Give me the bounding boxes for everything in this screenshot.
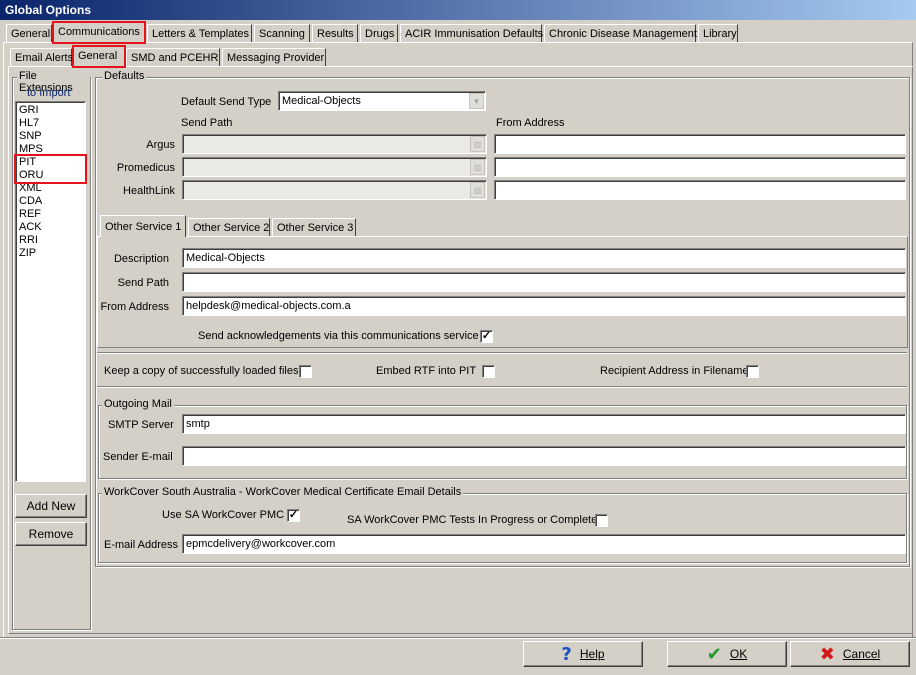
- subtab-messaging-provider[interactable]: Messaging Provider: [222, 48, 326, 67]
- use-pmc-label: Use SA WorkCover PMC: [162, 509, 285, 521]
- smtp-server-label: SMTP Server: [108, 419, 174, 431]
- from-address-label: From Address: [100, 301, 169, 313]
- list-item[interactable]: HL7: [19, 117, 82, 130]
- help-icon: ?: [561, 643, 572, 665]
- keep-copy-checkbox[interactable]: [299, 365, 312, 378]
- help-label: Help: [579, 647, 605, 661]
- list-item[interactable]: ACK: [19, 221, 82, 234]
- list-item[interactable]: RRI: [19, 234, 82, 247]
- to-import-label: to Import: [27, 87, 71, 99]
- tab-chronic-disease[interactable]: Chronic Disease Management: [544, 24, 697, 43]
- browse-icon[interactable]: ▥: [470, 159, 485, 175]
- browse-icon[interactable]: ▥: [470, 136, 485, 152]
- cancel-label: Cancel: [842, 647, 881, 661]
- send-path-label: Send Path: [117, 277, 169, 289]
- email-address-value: epmcdelivery@workcover.com: [186, 538, 336, 550]
- send-path-header: Send Path: [181, 117, 233, 129]
- divider: [97, 352, 907, 354]
- embed-rtf-label: Embed RTF into PIT: [376, 365, 477, 377]
- list-item[interactable]: SNP: [19, 130, 82, 143]
- window-title-bar: Global Options: [0, 0, 916, 20]
- list-item[interactable]: CDA: [19, 195, 82, 208]
- list-item[interactable]: GRI: [19, 104, 82, 117]
- pmc-tests-checkbox[interactable]: [595, 514, 608, 527]
- healthlink-send-path-input[interactable]: ▥: [182, 180, 487, 200]
- list-item[interactable]: REF: [19, 208, 82, 221]
- recipient-address-checkbox[interactable]: [746, 365, 759, 378]
- default-send-type-value: Medical-Objects: [282, 95, 361, 107]
- smtp-server-value: smtp: [186, 418, 210, 430]
- divider: [97, 386, 907, 388]
- tab-library[interactable]: Library: [698, 24, 738, 43]
- from-address-value: helpdesk@medical-objects.com.a: [186, 300, 351, 312]
- pit-oru-highlight: [14, 154, 87, 184]
- default-send-type-label: Default Send Type: [181, 96, 272, 108]
- recipient-address-label: Recipient Address in Filename: [600, 365, 749, 377]
- send-path-input[interactable]: [182, 272, 906, 292]
- sender-email-label: Sender E-mail: [103, 451, 173, 463]
- tab-other-service-3[interactable]: Other Service 3: [272, 218, 356, 237]
- tab-drugs[interactable]: Drugs: [360, 24, 398, 43]
- tab-general[interactable]: General: [6, 24, 52, 43]
- footer-divider: [0, 637, 916, 639]
- remove-button[interactable]: Remove: [15, 522, 87, 546]
- healthlink-from-address-input[interactable]: [494, 180, 906, 200]
- argus-send-path-input[interactable]: ▥: [182, 134, 487, 154]
- promedicus-send-path-input[interactable]: ▥: [182, 157, 487, 177]
- subtab-email-alerts[interactable]: Email Alerts: [10, 48, 73, 67]
- email-address-input[interactable]: epmcdelivery@workcover.com: [182, 534, 906, 554]
- send-ack-checkbox[interactable]: ✓: [480, 330, 493, 343]
- healthlink-label: HealthLink: [123, 185, 175, 197]
- sender-email-input[interactable]: [182, 446, 906, 466]
- add-new-button[interactable]: Add New: [15, 494, 87, 518]
- send-ack-label: Send acknowledgements via this communica…: [198, 330, 479, 342]
- default-send-type-select[interactable]: Medical-Objects ▼: [278, 91, 486, 111]
- embed-rtf-checkbox[interactable]: [482, 365, 495, 378]
- argus-from-address-input[interactable]: [494, 134, 906, 154]
- promedicus-label: Promedicus: [116, 162, 175, 174]
- list-item[interactable]: ZIP: [19, 247, 82, 260]
- tab-results[interactable]: Results: [312, 24, 358, 43]
- ok-label: OK: [729, 647, 748, 661]
- tab-acir-immunisation[interactable]: ACIR Immunisation Defaults: [400, 24, 543, 43]
- workcover-label: WorkCover South Australia - WorkCover Me…: [102, 486, 464, 498]
- description-input[interactable]: Medical-Objects: [182, 248, 906, 268]
- subtab-general[interactable]: General: [72, 45, 126, 68]
- help-button[interactable]: ? Help: [523, 641, 643, 667]
- argus-label: Argus: [146, 139, 175, 151]
- from-address-header: From Address: [496, 117, 565, 129]
- tab-communications[interactable]: Communications: [52, 21, 146, 44]
- tab-letters-templates[interactable]: Letters & Templates: [147, 24, 252, 43]
- promedicus-from-address-input[interactable]: [494, 157, 906, 177]
- tab-scanning[interactable]: Scanning: [254, 24, 310, 43]
- ok-button[interactable]: ✔ OK: [667, 641, 787, 667]
- email-address-label: E-mail Address: [104, 539, 178, 551]
- browse-icon[interactable]: ▥: [470, 182, 485, 198]
- description-value: Medical-Objects: [186, 252, 265, 264]
- smtp-server-input[interactable]: smtp: [182, 414, 906, 434]
- description-label: Description: [113, 253, 169, 265]
- checkmark-icon: ✔: [706, 643, 722, 665]
- subtab-smd-pcehr[interactable]: SMD and PCEHR: [126, 48, 220, 67]
- chevron-down-icon[interactable]: ▼: [469, 93, 484, 109]
- tab-other-service-2[interactable]: Other Service 2: [188, 218, 270, 237]
- keep-copy-label: Keep a copy of successfully loaded files: [104, 365, 299, 377]
- pmc-tests-label: SA WorkCover PMC Tests In Progress or Co…: [347, 514, 598, 526]
- outgoing-mail-label: Outgoing Mail: [102, 398, 174, 410]
- close-icon: ✖: [819, 643, 835, 665]
- tab-other-service-1[interactable]: Other Service 1: [100, 215, 186, 237]
- window-title: Global Options: [5, 3, 91, 17]
- use-pmc-checkbox[interactable]: ✓: [287, 509, 300, 522]
- cancel-button[interactable]: ✖ Cancel: [790, 641, 910, 667]
- defaults-label: Defaults: [102, 70, 147, 82]
- from-address-input[interactable]: helpdesk@medical-objects.com.a: [182, 296, 906, 316]
